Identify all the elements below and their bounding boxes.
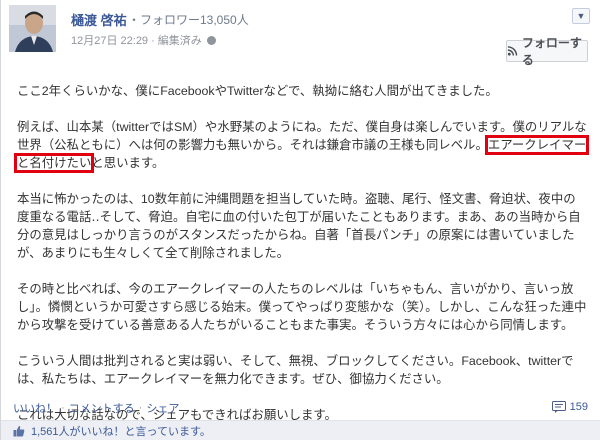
chevron-down-icon: ▼ — [576, 11, 586, 21]
author-name[interactable]: 樋渡 啓祐 — [71, 10, 127, 29]
post-options-chevron[interactable]: ▼ — [572, 8, 590, 24]
post-actions: いいね！ · コメントする · シェア — [1, 398, 600, 418]
likes-count-text[interactable]: 1,561人がいいね！と言っています。 — [31, 423, 211, 439]
action-separator: · — [138, 402, 143, 414]
thumbs-up-icon — [13, 425, 25, 436]
edit-history-link[interactable]: 編集済み — [158, 35, 202, 47]
comment-link[interactable]: コメントする — [69, 400, 135, 416]
post-paragraph-3: 本当に怖かったのは、10数年前に沖縄問題を担当していた時。盗聴、尾行、怪文書、脅… — [17, 192, 581, 260]
post-body: ここ2年くらいかな、僕にFacebookやTwitterなどで、執拗に絡む人間が… — [13, 82, 590, 424]
likes-summary: 1,561人がいいね！と言っています。 — [1, 420, 600, 440]
action-separator: · — [61, 402, 65, 414]
post-paragraph-1: ここ2年くらいかな、僕にFacebookやTwitterなどで、執拗に絡む人間が… — [17, 84, 498, 98]
avatar[interactable] — [9, 5, 56, 52]
meta-separator: · — [151, 35, 155, 47]
post-meta: 12月27日 22:29 · 編集済み — [71, 32, 216, 48]
comments-count[interactable]: 159 — [551, 401, 588, 413]
follow-button-label: フォローする — [521, 36, 582, 67]
post-paragraph-4: その時と比べれば、今のエアークレイマーの人たちのレベルは「いちゃもん、言いがかり… — [17, 282, 587, 332]
follow-button[interactable]: フォローする — [506, 36, 588, 67]
follower-count: ・フォロワー13,050人 — [128, 13, 249, 27]
profile-photo — [9, 5, 56, 52]
globe-icon — [206, 36, 216, 45]
like-link[interactable]: いいね！ — [13, 400, 57, 416]
facebook-post: 樋渡 啓祐 ・フォロワー13,050人 12月27日 22:29 · 編集済み ▼ … — [0, 0, 600, 440]
share-link[interactable]: シェア — [146, 400, 179, 416]
comments-count-value: 159 — [569, 401, 588, 413]
paragraph-2-tail: と思います。 — [91, 156, 165, 170]
post-paragraph-5: こういう人間は批判されると実は弱い、そして、無視、ブロックしてください。Face… — [17, 354, 574, 386]
comment-icon — [551, 401, 566, 413]
rss-icon — [507, 46, 518, 56]
post-timestamp[interactable]: 12月27日 22:29 — [71, 35, 148, 47]
post-paragraph-2: 例えば、山本某（twitterではSM）や水野某のようにね。ただ、僕自身は楽しん… — [13, 118, 590, 173]
